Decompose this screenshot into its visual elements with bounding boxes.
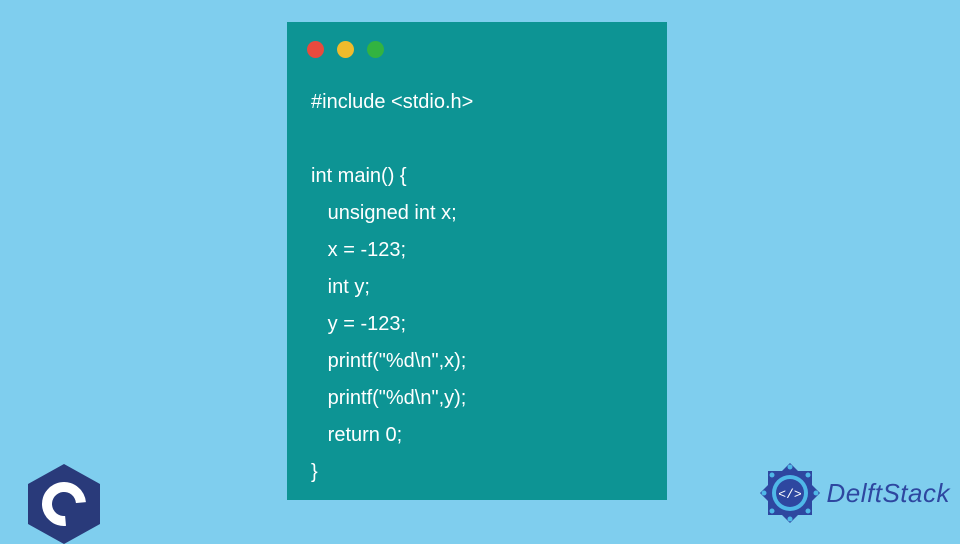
code-line: } [311,461,318,483]
c-hexagon-icon [28,464,100,544]
code-line: int y; [311,276,370,298]
code-line: unsigned int x; [311,202,457,224]
maximize-icon [367,41,384,58]
code-line: printf("%d\n",y); [311,387,466,409]
code-window: #include <stdio.h> int main() { unsigned… [287,22,667,500]
svg-text:</>: </> [778,487,802,502]
code-line: y = -123; [311,313,406,335]
close-icon [307,41,324,58]
c-language-logo [28,464,100,540]
code-line: printf("%d\n",x); [311,350,466,372]
delftstack-brand-name: DelftStack [827,478,951,509]
code-line: x = -123; [311,239,406,261]
code-line: #include <stdio.h> [311,91,473,113]
code-content: #include <stdio.h> int main() { unsigned… [287,58,667,491]
minimize-icon [337,41,354,58]
delftstack-logo: </> DelftStack [757,460,951,526]
window-controls [287,22,667,58]
code-line: return 0; [311,424,402,446]
code-line: int main() { [311,165,407,187]
c-letter-icon [33,473,95,535]
delftstack-emblem-icon: </> [757,460,823,526]
